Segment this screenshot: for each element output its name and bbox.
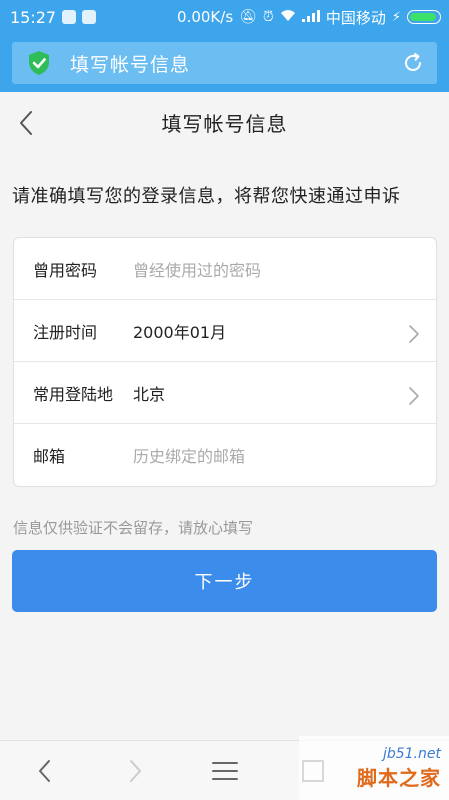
page-title: 填写帐号信息: [161, 111, 288, 136]
instruction-text: 请准确填写您的登录信息，将帮您快速通过申诉: [12, 186, 401, 207]
refresh-icon[interactable]: [401, 51, 425, 75]
browser-toolbar: 填写帐号信息: [0, 34, 449, 92]
alarm-icon: ⏰︎: [262, 9, 274, 25]
network-speed: 0.00K/s: [177, 8, 234, 26]
email-label: 邮箱: [33, 447, 66, 466]
wifi-icon: [280, 9, 296, 25]
account-info-form: 曾用密码 曾经使用过的密码 注册时间 2000年01月 常用登陆地 北京 邮箱 …: [13, 237, 437, 487]
next-step-button[interactable]: 下一步: [12, 550, 437, 612]
address-bar[interactable]: 填写帐号信息: [12, 42, 437, 84]
watermark-name: 脚本之家: [357, 765, 441, 790]
email-row[interactable]: 邮箱 历史绑定的邮箱: [14, 424, 436, 486]
old-password-label: 曾用密码: [33, 260, 98, 280]
app-screen: 15:27 0.00K/s 🔕︎ ⏰︎ 中国移动 ⚡︎ 填写帐号信息 填写帐号信…: [0, 0, 449, 800]
site-watermark: jb51.net 脚本之家: [299, 736, 449, 800]
mute-icon: 🔕︎: [239, 9, 257, 25]
back-icon[interactable]: [14, 108, 40, 138]
privacy-hint: 信息仅供验证不会留存，请放心填写: [13, 519, 254, 537]
watermark-site: jb51.net: [382, 745, 441, 762]
login-location-value[interactable]: 北京: [133, 381, 165, 405]
page-header: 填写帐号信息: [0, 92, 449, 152]
chevron-right-icon: [409, 387, 419, 405]
status-time: 15:27: [10, 7, 57, 27]
notification-app-icon-2: [82, 10, 97, 24]
carrier-name: 中国移动: [325, 8, 386, 27]
browser-forward-icon[interactable]: [120, 755, 150, 787]
status-right: 0.00K/s 🔕︎ ⏰︎ 中国移动 ⚡︎: [177, 7, 441, 28]
old-password-input[interactable]: 曾经使用过的密码: [133, 257, 261, 281]
shield-check-icon: [29, 51, 49, 75]
battery-icon: [407, 10, 441, 24]
menu-icon[interactable]: [210, 755, 240, 787]
status-left: 15:27: [10, 7, 97, 27]
status-bar: 15:27 0.00K/s 🔕︎ ⏰︎ 中国移动 ⚡︎: [0, 0, 449, 34]
chevron-right-icon: [409, 325, 419, 343]
login-location-label: 常用登陆地: [33, 384, 114, 404]
notification-app-icon: [62, 10, 77, 24]
signal-icon: [301, 9, 320, 25]
register-time-value[interactable]: 2000年01月: [133, 319, 226, 343]
old-password-row[interactable]: 曾用密码 曾经使用过的密码: [14, 238, 436, 300]
email-input[interactable]: 历史绑定的邮箱: [133, 443, 245, 467]
login-location-row[interactable]: 常用登陆地 北京: [14, 362, 436, 424]
address-bar-title: 填写帐号信息: [70, 53, 191, 76]
register-time-label: 注册时间: [33, 322, 98, 342]
register-time-row[interactable]: 注册时间 2000年01月: [14, 300, 436, 362]
browser-back-icon[interactable]: [30, 755, 60, 787]
charging-icon: ⚡︎: [391, 9, 401, 25]
